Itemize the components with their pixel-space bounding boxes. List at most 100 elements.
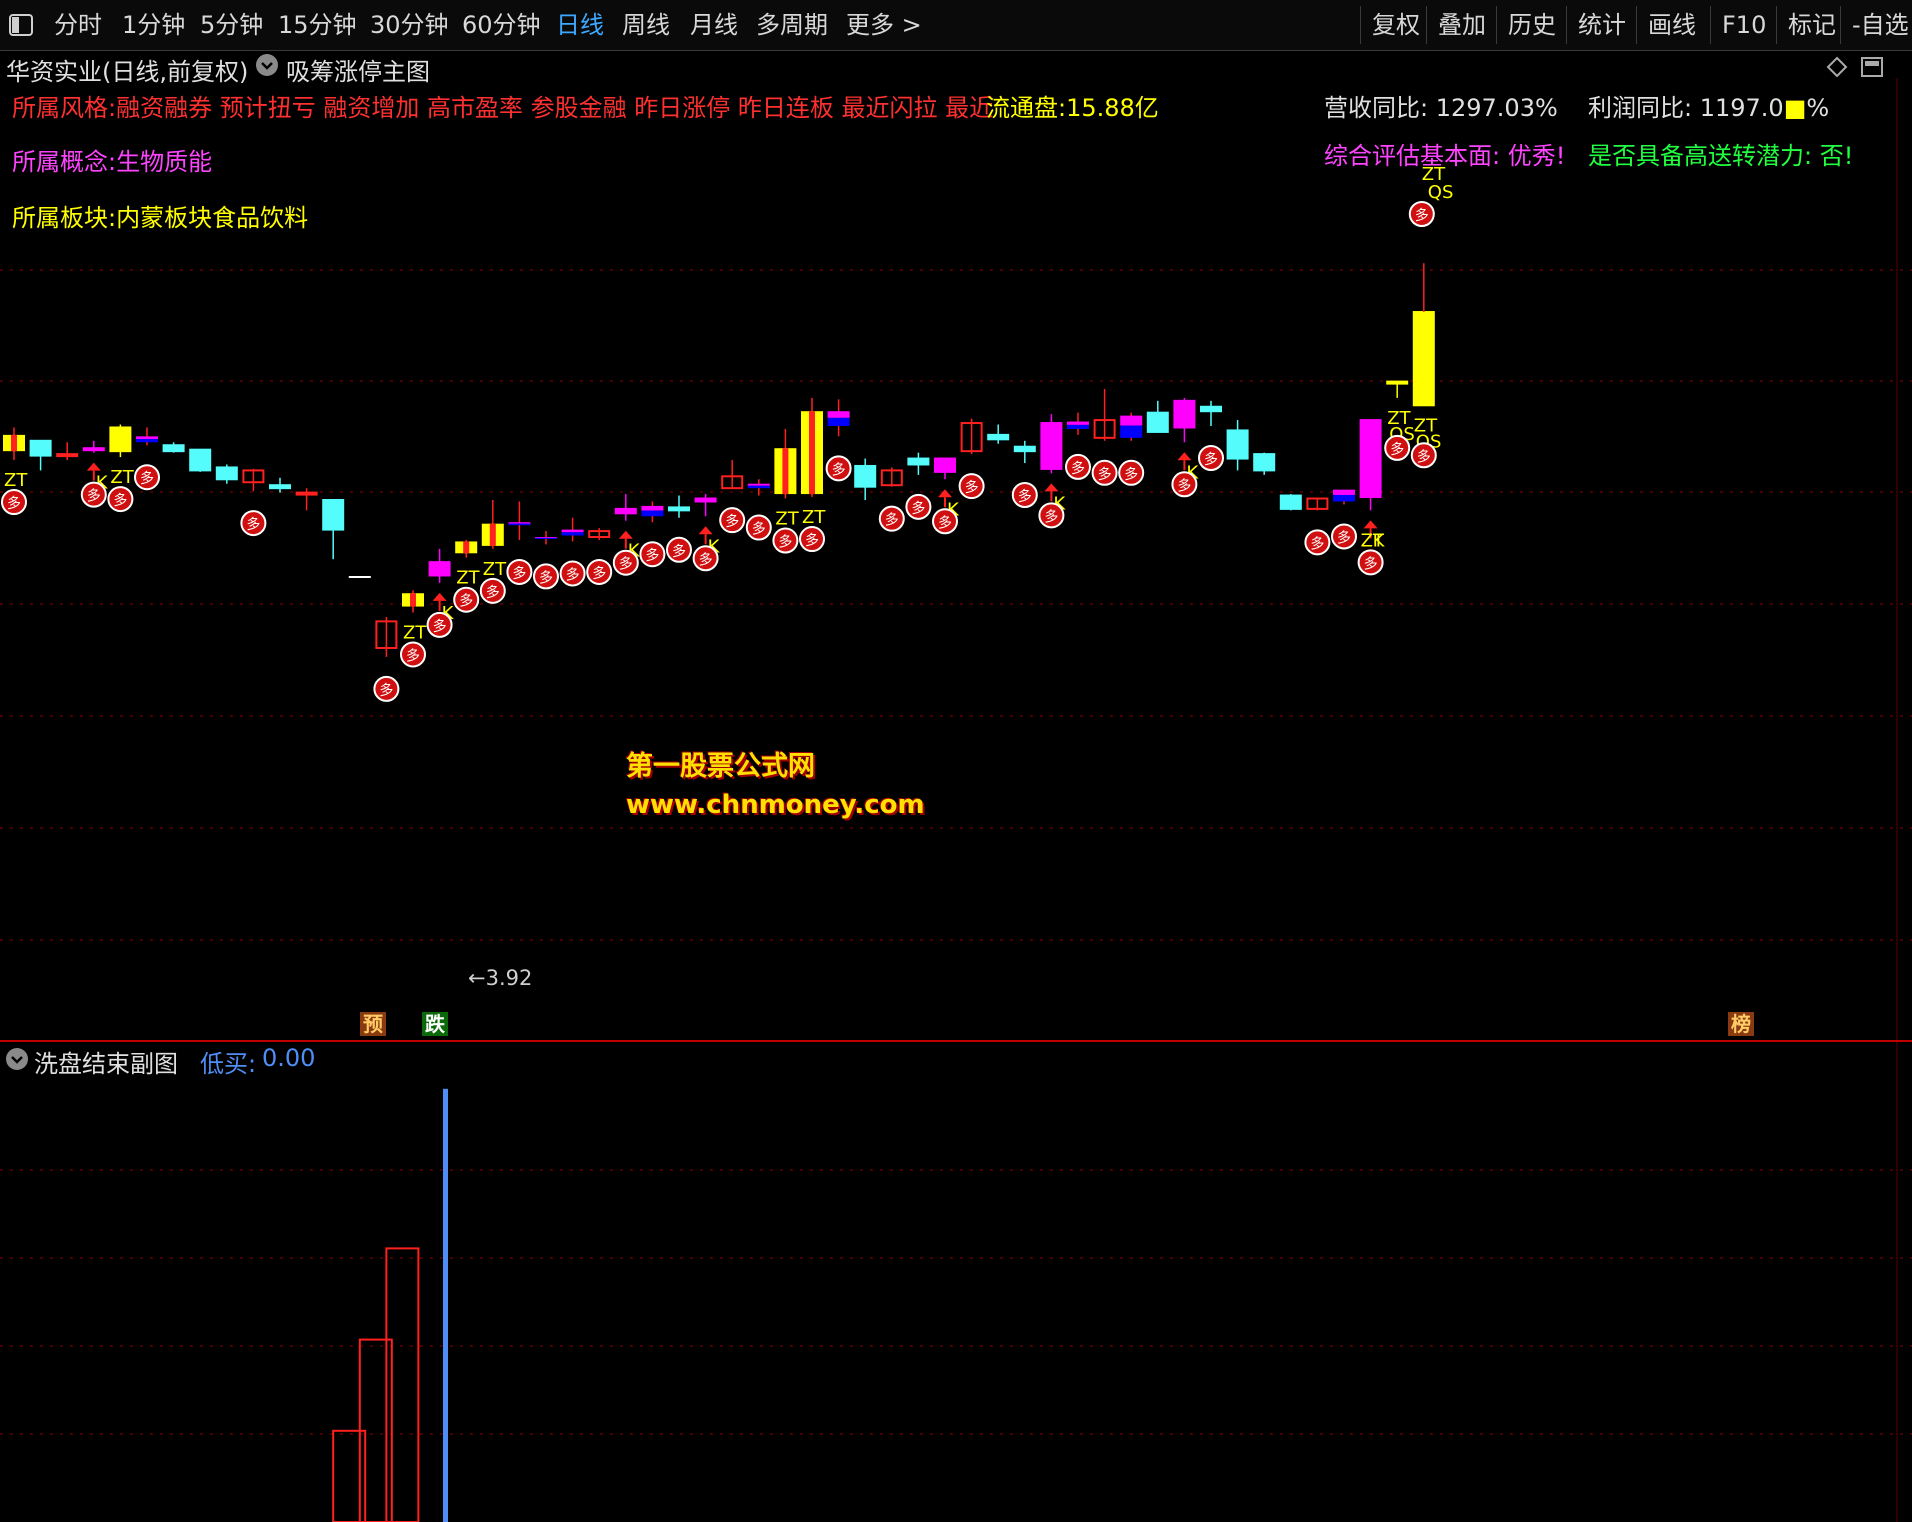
zt-label: ZT: [802, 507, 826, 528]
period-tab-6[interactable]: 日线: [556, 0, 604, 50]
candle-body: [1013, 445, 1036, 453]
toolbar-separator: [1496, 6, 1497, 44]
duo-badge-label: 多: [1177, 477, 1191, 494]
candle-body: [489, 523, 496, 546]
candle-body: [747, 483, 770, 486]
candle-body: [1120, 415, 1143, 426]
candle-body: [322, 499, 345, 531]
bonus-potential: 是否具备高送转潜力: 否!: [1588, 142, 1854, 170]
period-tab-3[interactable]: 15分钟: [278, 0, 357, 50]
k-arrow-icon: [698, 526, 713, 535]
zt-label: ZT: [1361, 530, 1385, 551]
duo-badge-label: 多: [1018, 488, 1032, 505]
zt-label: ZT: [403, 622, 427, 643]
candle-body: [987, 433, 1010, 441]
candle-body: [269, 484, 291, 490]
k-arrow-icon: [1177, 452, 1192, 461]
period-tab-1[interactable]: 1分钟: [122, 0, 185, 50]
zt-label: ZT: [483, 559, 507, 580]
duo-badge-label: 多: [699, 551, 713, 568]
period-tab-10[interactable]: 更多 >: [846, 0, 922, 50]
duo-badge-label: 多: [1124, 466, 1138, 483]
toolbar-separator: [1840, 6, 1841, 44]
period-tab-0[interactable]: 分时: [54, 0, 102, 50]
toolbar-separator: [1710, 6, 1711, 44]
duo-badge-label: 多: [566, 566, 580, 583]
duo-badge-label: 多: [752, 521, 766, 538]
toolbar-right-item-7[interactable]: -自选: [1852, 0, 1909, 50]
k-arrow-icon: [1363, 520, 1378, 529]
tag-rank: 榜: [1728, 1012, 1754, 1036]
duo-badge-label: 多: [832, 461, 846, 478]
duo-badge-label: 多: [1364, 555, 1378, 572]
duo-badge-label: 多: [512, 565, 526, 582]
duo-badge-label: 多: [1417, 448, 1431, 465]
candle-body: [614, 507, 637, 515]
period-tab-4[interactable]: 30分钟: [370, 0, 449, 50]
candle-body: [410, 593, 416, 607]
candle-body: [907, 457, 930, 466]
toolbar-right-item-5[interactable]: F10: [1722, 0, 1766, 50]
toolbar-right-item-4[interactable]: 画线: [1648, 0, 1696, 50]
candle-body: [1386, 380, 1409, 385]
period-toolbar: 分时 1分钟 5分钟 15分钟 30分钟 60分钟 日线 周线 月线 多周期 更多 > 复权 叠加 历史…: [0, 0, 1912, 51]
fundamental-eval: 综合评估基本面: 优秀!: [1324, 142, 1566, 170]
sub-bar: [443, 1088, 448, 1522]
candle-body: [1146, 411, 1169, 433]
toolbar-separator: [1776, 6, 1777, 44]
candle-body: [136, 439, 158, 443]
period-tab-7[interactable]: 周线: [622, 0, 670, 50]
candle-body: [29, 439, 52, 457]
candle-body: [1226, 429, 1249, 460]
duo-badge-label: 多: [592, 565, 606, 582]
zt-label: ZT: [4, 470, 28, 491]
candle-body: [295, 491, 318, 496]
duo-badge-label: 多: [645, 547, 659, 564]
price-low-label: ←3.92: [468, 966, 533, 990]
toolbar-right-item-0[interactable]: 复权: [1372, 0, 1420, 50]
candle-body: [1333, 489, 1355, 495]
toolbar-right-item-2[interactable]: 历史: [1508, 0, 1556, 50]
candle-body: [694, 497, 717, 503]
duo-badge-label: 多: [433, 618, 447, 635]
sidebar-toggle-icon[interactable]: [8, 0, 34, 50]
candle-body: [463, 541, 470, 554]
period-tab-5[interactable]: 60分钟: [462, 0, 541, 50]
candle-body: [535, 537, 557, 539]
toolbar-right-item-1[interactable]: 叠加: [1438, 0, 1486, 50]
duo-badge-label: 多: [539, 569, 553, 586]
duo-badge-label: 多: [885, 512, 899, 529]
candle-body: [428, 561, 451, 577]
k-arrow-icon: [938, 489, 952, 498]
duo-badge-label: 多: [1337, 529, 1351, 546]
watermark-url: www.chnmoney.com: [626, 790, 925, 820]
k-arrow-icon: [1044, 483, 1059, 492]
candle-body: [11, 434, 17, 452]
duo-badge-label: 多: [486, 584, 500, 601]
period-tab-8[interactable]: 月线: [690, 0, 738, 50]
style-line: 所属风格:融资融券 预计扭亏 融资增加 高市盈率 参股金融 昨日涨停 昨日连板 …: [12, 94, 994, 122]
k-arrow-icon: [86, 462, 101, 471]
duo-badge-label: 多: [246, 516, 260, 533]
period-tab-2[interactable]: 5分钟: [200, 0, 263, 50]
candle-body: [782, 448, 789, 495]
revenue-yoy: 营收同比: 1297.03%: [1324, 94, 1558, 122]
toolbar-separator: [1426, 6, 1427, 44]
toolbar-right-item-6[interactable]: 标记: [1788, 0, 1836, 50]
period-tab-9[interactable]: 多周期: [756, 0, 828, 50]
sub-chart[interactable]: [0, 1042, 1912, 1522]
candle-body: [1333, 494, 1355, 502]
candle-body: [668, 506, 690, 512]
float-cap: 流通盘:15.88亿: [986, 94, 1159, 122]
candle-body: [1253, 453, 1276, 472]
duo-badge-label: 多: [1415, 207, 1429, 224]
candle-body: [215, 466, 238, 481]
duo-badge-label: 多: [87, 488, 101, 505]
candle-body: [1279, 494, 1302, 510]
toolbar-right-item-3[interactable]: 统计: [1578, 0, 1626, 50]
candle-body: [561, 532, 584, 536]
duo-badge-label: 多: [1071, 460, 1085, 477]
duo-badge-label: 多: [1310, 535, 1324, 552]
indicator-dropdown-icon[interactable]: [256, 54, 278, 76]
candle-body: [809, 411, 815, 495]
